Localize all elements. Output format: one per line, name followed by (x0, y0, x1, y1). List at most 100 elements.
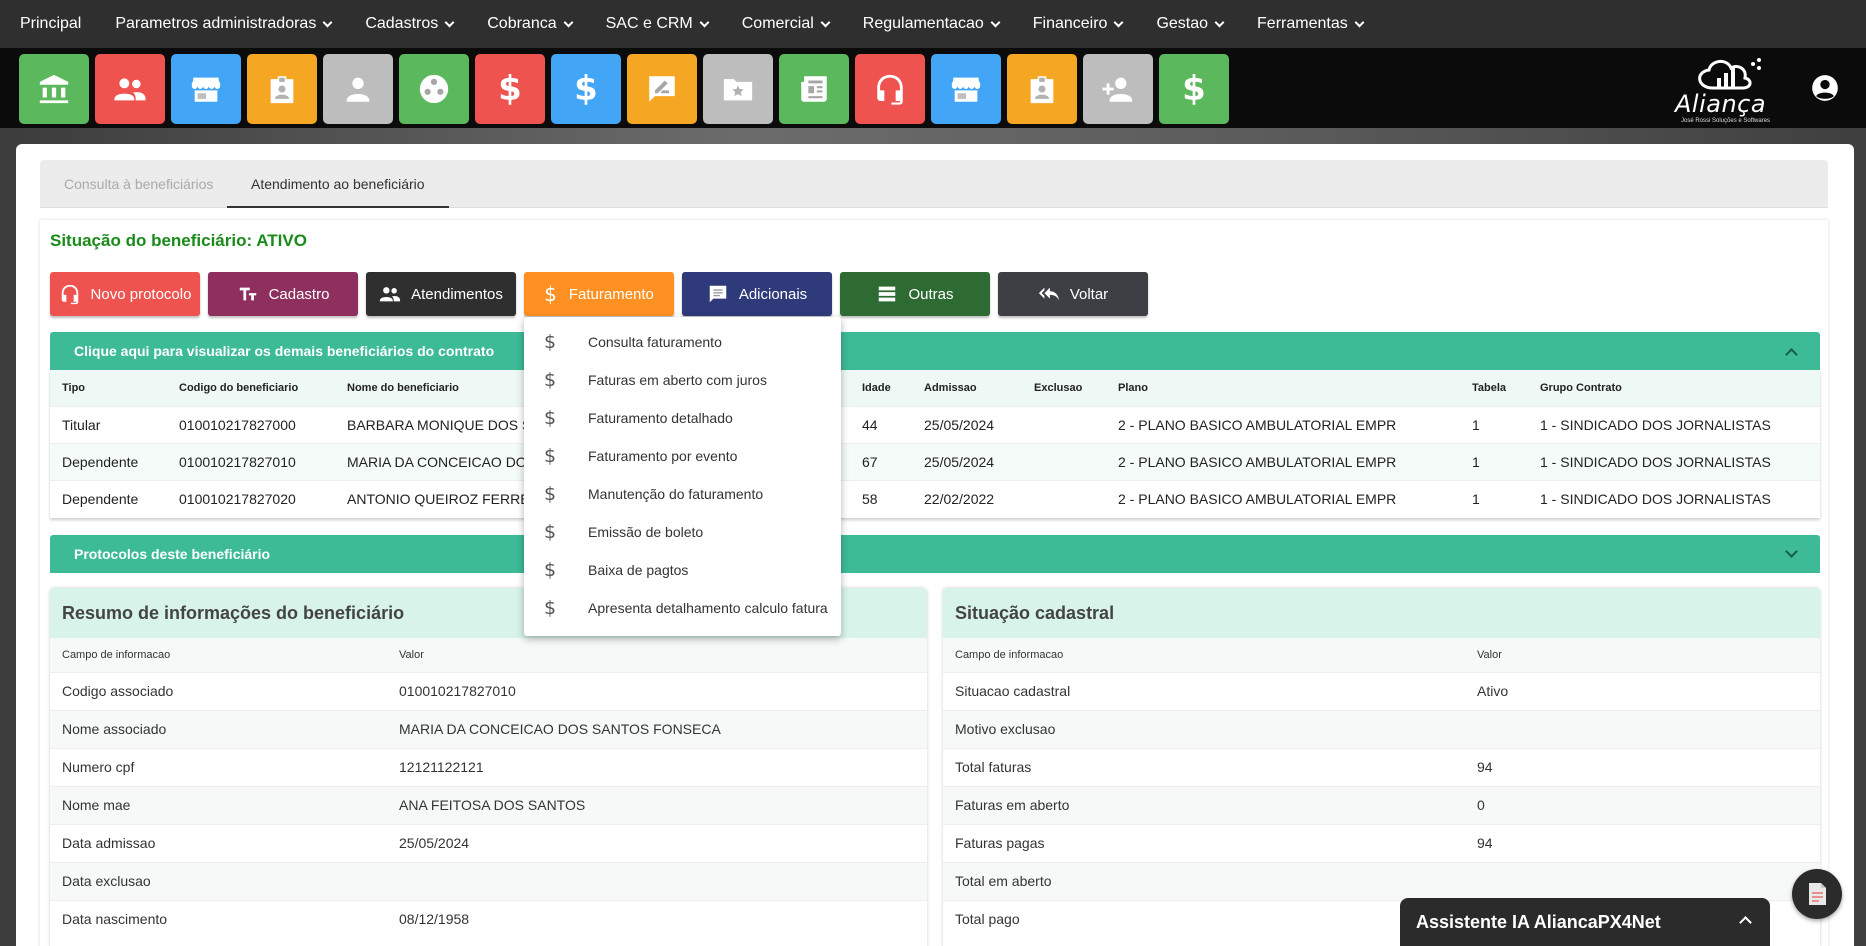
shortcut-tile-4[interactable] (247, 54, 317, 124)
shortcut-tile-8[interactable]: $ (551, 54, 621, 124)
nav-item-gestao[interactable]: Gestao (1156, 15, 1225, 33)
menu-item-label: Manutenção do faturamento (588, 486, 764, 502)
info-cell: MARIA DA CONCEICAO DOS SANTOS FONSECA (387, 709, 927, 748)
nav-item-sac-e-crm[interactable]: SAC e CRM (606, 15, 710, 33)
shortcut-tile-5[interactable] (323, 54, 393, 124)
chevron-up-icon (1739, 916, 1752, 929)
faturamento-menu-item[interactable]: $ Faturamento detalhado (524, 399, 841, 437)
info-cell (1465, 861, 1820, 900)
column-header: Campo de informacao (943, 638, 1465, 672)
info-cell: Motivo exclusao (943, 709, 1465, 748)
faturamento-menu-item[interactable]: $ Emissão de boleto (524, 513, 841, 551)
list-item: Nome mae ANA FEITOSA DOS SANTOS (50, 785, 927, 824)
beneficiarios-accordion-header[interactable]: Clique aqui para visualizar os demais be… (50, 332, 1820, 370)
faturamento-menu-item[interactable]: $ Faturas em aberto com juros (524, 361, 841, 399)
table-cell: Titular (50, 405, 167, 443)
column-header: Exclusao (1022, 370, 1106, 406)
document-fab-button[interactable] (1792, 869, 1842, 919)
shortcut-tile-12[interactable] (855, 54, 925, 124)
store-icon (191, 77, 221, 102)
outras-button[interactable]: Outras (840, 272, 990, 316)
shortcut-tile-13[interactable] (931, 54, 1001, 124)
ai-assistant-bar[interactable]: Assistente IA AliancaPX4Net (1400, 898, 1770, 946)
protocolos-accordion-header[interactable]: Protocolos deste beneficiário (50, 535, 1820, 573)
shortcut-tile-9[interactable] (627, 54, 697, 124)
shortcut-tile-10[interactable] (703, 54, 773, 124)
column-header: Valor (1465, 638, 1820, 672)
resumo-card: Resumo de informações do beneficiário Ca… (50, 588, 927, 946)
chevron-down-icon (322, 17, 333, 27)
shortcut-tile-6[interactable] (399, 54, 469, 124)
shortcut-tile-7[interactable]: $ (475, 54, 545, 124)
menu-item-label: Faturamento detalhado (588, 410, 733, 426)
chevron-down-icon (699, 17, 710, 27)
table-row[interactable]: Dependente 010010217827010 MARIA DA CONCEI… (50, 442, 1820, 480)
faturamento-button[interactable]: $ Faturamento (524, 272, 674, 316)
person-add-icon (1102, 77, 1133, 102)
chevron-down-icon (1113, 17, 1124, 27)
shortcut-tile-11[interactable] (779, 54, 849, 124)
faturamento-menu-item[interactable]: $ Faturamento por evento (524, 437, 841, 475)
nav-item-cadastros[interactable]: Cadastros (365, 15, 455, 33)
table-cell: 1 (1460, 479, 1528, 517)
list-item: Data nascimento 08/12/1958 (50, 899, 927, 938)
dollar-icon: $ (544, 597, 557, 619)
nav-item-label: Financeiro (1032, 15, 1108, 32)
nav-item-label: Ferramentas (1257, 15, 1348, 32)
list-item: Total em aberto (943, 861, 1820, 900)
atendimentos-button[interactable]: Atendimentos (366, 272, 516, 316)
nav-item-label: Comercial (741, 15, 814, 32)
list-item: Faturas em aberto 0 (943, 785, 1820, 824)
nav-item-cobranca[interactable]: Cobranca (487, 15, 574, 33)
table-row[interactable]: Dependente 010010217827020 ANTONIO QUEIROZ… (50, 479, 1820, 517)
table-cell: 010010217827010 (167, 442, 335, 480)
nav-item-principal[interactable]: Principal (20, 15, 81, 33)
situacao-card: Situação cadastral Campo de informacao Va… (943, 588, 1820, 946)
shortcut-tile-15[interactable] (1083, 54, 1153, 124)
faturamento-menu-item[interactable]: $ Manutenção do faturamento (524, 475, 841, 513)
faturamento-menu-item[interactable]: $ Apresenta detalhamento calculo fatura (524, 589, 841, 627)
account-circle-icon[interactable] (1811, 74, 1839, 102)
list-item: Motivo exclusao (943, 709, 1820, 748)
nav-item-regulamentacao[interactable]: Regulamentacao (862, 15, 1001, 33)
adicionais-button[interactable]: Adicionais (682, 272, 832, 316)
button-label: Atendimentos (411, 285, 503, 303)
chevron-down-icon (1214, 17, 1225, 27)
info-cell: Data nascimento (50, 899, 387, 938)
table-row[interactable]: Titular 010010217827000 BARBARA MONIQUE DO… (50, 405, 1820, 443)
table-cell: 010010217827000 (167, 405, 335, 443)
nav-item-comercial[interactable]: Comercial (741, 15, 831, 33)
person-icon (346, 77, 370, 102)
info-cell (1465, 709, 1820, 748)
shortcut-tile-2[interactable] (95, 54, 165, 124)
nav-item-parametros-administradoras[interactable]: Parametros administradoras (115, 15, 333, 33)
info-cell: Faturas em aberto (943, 785, 1465, 824)
nav-item-label: Regulamentacao (862, 15, 984, 32)
shortcut-tile-14[interactable] (1007, 54, 1077, 124)
faturamento-menu-item[interactable]: $ Baixa de pagtos (524, 551, 841, 589)
voltar-button[interactable]: Voltar (998, 272, 1148, 316)
table-cell: 2 - PLANO BASICO AMBULATORIAL EMPR (1106, 479, 1460, 517)
chevron-down-icon (444, 17, 455, 27)
beneficiary-status: Situação do beneficiário: ATIVO (50, 231, 307, 250)
column-header: Valor (387, 638, 927, 672)
nav-item-ferramentas[interactable]: Ferramentas (1257, 15, 1365, 33)
logo-subtitle: José Rossi Soluções e Softwares (1681, 118, 1771, 124)
info-cell: Situacao cadastral (943, 671, 1465, 710)
novo-protocolo-button[interactable]: Novo protocolo (50, 272, 200, 316)
nav-item-financeiro[interactable]: Financeiro (1032, 15, 1124, 33)
list-item: Data exclusao (50, 861, 927, 900)
tab-consulta-beneficiarios[interactable]: Consulta à beneficiários (40, 160, 237, 208)
cadastro-button[interactable]: Cadastro (208, 272, 358, 316)
shortcut-tile-16[interactable]: $ (1159, 54, 1229, 124)
dollar-icon: $ (544, 369, 557, 391)
shortcut-tile-3[interactable] (171, 54, 241, 124)
tab-bar: Consulta à beneficiários Atendimento ao … (40, 160, 1828, 208)
list-item: Numero cpf 12121122121 (50, 747, 927, 786)
button-label: Cadastro (268, 285, 330, 303)
tab-atendimento-beneficiario[interactable]: Atendimento ao beneficiário (227, 160, 449, 208)
protocolos-accordion-label: Protocolos deste beneficiário (74, 546, 271, 562)
group-icon (114, 78, 146, 101)
faturamento-menu-item[interactable]: $ Consulta faturamento (524, 323, 841, 361)
shortcut-tile-1[interactable] (19, 54, 89, 124)
